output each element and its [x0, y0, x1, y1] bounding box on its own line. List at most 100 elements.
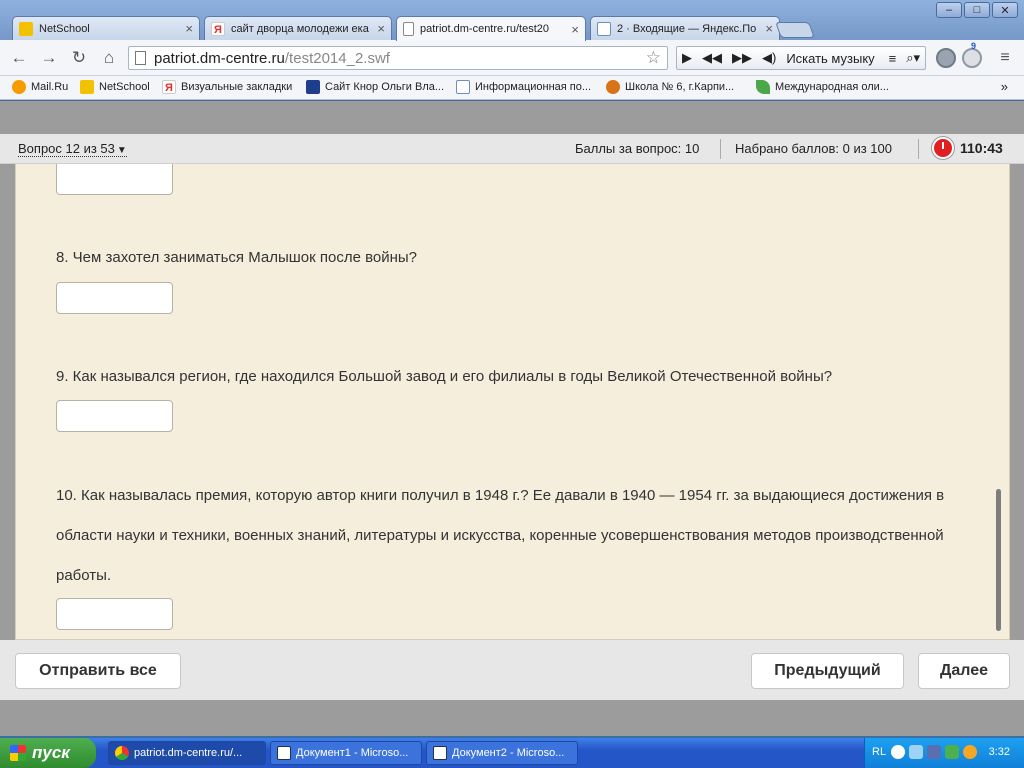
start-button[interactable]: пуск: [0, 738, 96, 768]
close-icon[interactable]: ×: [571, 22, 579, 37]
window-controls: – □ ✕: [936, 2, 1018, 18]
page-icon: [403, 22, 414, 36]
app-tray-icon[interactable]: [963, 745, 977, 759]
address-host: patriot.dm-centre.ru: [154, 49, 285, 67]
browser-chrome: NetSchool × Я сайт дворца молодежи ека ×…: [0, 0, 1024, 100]
extension-badge-icon[interactable]: 9: [962, 41, 982, 68]
previous-button[interactable]: Предыдущий: [751, 653, 904, 689]
system-tray: RL 3:32: [864, 738, 1024, 768]
network-icon[interactable]: [909, 745, 923, 759]
netschool-icon: [80, 80, 94, 94]
music-widget: ▶ ◀◀ ▶▶ ◀) Искать музыку ≡ ⌕▾: [676, 46, 926, 70]
divider: [918, 139, 919, 159]
tab-yandex-mail[interactable]: 2 · Входящие — Яндекс.По ×: [590, 16, 780, 40]
home-icon[interactable]: ⌂: [98, 48, 120, 68]
mail-icon: [597, 21, 611, 36]
points-total: Набрано баллов: 0 из 100: [735, 141, 892, 156]
test-status-bar: Вопрос 12 из 53 ▼ Баллы за вопрос: 10 Наб…: [0, 134, 1024, 164]
menu-lines-icon[interactable]: ≡: [884, 51, 902, 66]
answer-input-9[interactable]: [56, 400, 173, 432]
question-8: 8. Чем захотел заниматься Малышок после …: [56, 249, 418, 266]
taskbar-item-doc2[interactable]: Документ2 - Microso...: [426, 741, 578, 765]
tab-label: NetSchool: [39, 22, 90, 35]
next-button[interactable]: Далее: [918, 653, 1010, 689]
monitor-icon[interactable]: [927, 745, 941, 759]
maximize-icon[interactable]: □: [964, 2, 990, 18]
question-10: 10. Как называлась премия, которую автор…: [56, 487, 945, 584]
close-icon[interactable]: ×: [377, 21, 385, 36]
firefox-icon: [606, 80, 620, 94]
start-label: пуск: [32, 743, 70, 762]
scrollbar[interactable]: [996, 489, 1001, 631]
tab-netschool[interactable]: NetSchool ×: [12, 16, 200, 40]
answer-input-8[interactable]: [56, 282, 173, 314]
question-9: 9. Как назывался регион, где находился Б…: [56, 368, 833, 385]
bookmark-olympiad[interactable]: Международная оли...: [756, 80, 889, 94]
task-label: Документ1 - Microso...: [296, 747, 409, 759]
browser-toolbar: ← → ↻ ⌂ patriot.dm-centre.ru/test2014_2.…: [0, 40, 1024, 76]
back-icon[interactable]: ←: [8, 48, 30, 68]
new-tab-button[interactable]: [775, 22, 815, 38]
bookmark-school6[interactable]: Школа № 6, г.Карпи...: [606, 80, 734, 94]
menu-icon[interactable]: ≡: [994, 48, 1016, 68]
tab-strip: NetSchool × Я сайт дворца молодежи ека ×…: [0, 0, 1024, 41]
timer-icon: [932, 137, 954, 159]
bookmark-netschool[interactable]: NetSchool: [80, 80, 150, 94]
bookmark-label: NetSchool: [99, 81, 150, 93]
caret-down-icon: ▼: [116, 145, 127, 156]
bookmark-knor[interactable]: Сайт Кнор Ольги Вла...: [306, 80, 444, 94]
close-icon[interactable]: ×: [185, 21, 193, 36]
nvidia-icon[interactable]: [945, 745, 959, 759]
word-icon: [277, 746, 291, 760]
search-icon[interactable]: ⌕▾: [901, 50, 925, 66]
taskbar-item-doc1[interactable]: Документ1 - Microso...: [270, 741, 422, 765]
task-label: patriot.dm-centre.ru/...: [134, 747, 243, 759]
close-window-icon[interactable]: ✕: [992, 2, 1018, 18]
leaf-icon: [756, 80, 770, 94]
minimize-icon[interactable]: –: [936, 2, 962, 18]
bookmark-star-icon[interactable]: ☆: [646, 48, 661, 68]
fast-forward-icon[interactable]: ▶▶: [727, 50, 757, 66]
question-selector[interactable]: Вопрос 12 из 53 ▼: [18, 141, 127, 157]
address-bar[interactable]: patriot.dm-centre.ru/test2014_2.swf ☆: [128, 46, 668, 70]
bookmark-info[interactable]: Информационная по...: [456, 80, 591, 94]
yandex-icon: Я: [211, 21, 225, 36]
bookmarks-more-icon[interactable]: »: [1001, 79, 1008, 94]
close-icon[interactable]: ×: [765, 21, 773, 36]
uk-flag-icon: [306, 80, 320, 94]
forward-icon[interactable]: →: [38, 48, 60, 68]
page-area: Вопрос 12 из 53 ▼ Баллы за вопрос: 10 Наб…: [0, 101, 1024, 736]
play-icon[interactable]: ▶: [677, 50, 697, 66]
rewind-icon[interactable]: ◀◀: [697, 50, 727, 66]
tab-label: сайт дворца молодежи ека: [231, 22, 369, 35]
tab-yandex-search[interactable]: Я сайт дворца молодежи ека ×: [204, 16, 392, 40]
tab-patriot[interactable]: patriot.dm-centre.ru/test20 ×: [396, 16, 586, 41]
points-per-question: Баллы за вопрос: 10: [575, 141, 700, 156]
questions-panel: 8. Чем захотел заниматься Малышок после …: [15, 164, 1010, 640]
bookmark-label: Визуальные закладки: [181, 81, 293, 93]
taskbar: пуск patriot.dm-centre.ru/... Документ1 …: [0, 738, 1024, 768]
music-search-label[interactable]: Искать музыку: [781, 51, 879, 66]
chrome-icon: [115, 746, 129, 760]
word-icon: [433, 746, 447, 760]
tab-label: 2 · Входящие — Яндекс.По: [617, 22, 757, 35]
windows-logo-icon: [10, 745, 26, 761]
address-path: /test2014_2.swf: [284, 49, 390, 67]
yandex-icon: Я: [162, 80, 176, 94]
bookmark-visual[interactable]: Я Визуальные закладки: [162, 80, 292, 94]
bookmarks-bar: Mail.Ru NetSchool Я Визуальные закладки …: [0, 76, 1024, 100]
reload-icon[interactable]: ↻: [68, 48, 90, 68]
bookmark-label: Международная оли...: [775, 81, 889, 93]
extension-icon[interactable]: [936, 48, 956, 68]
language-indicator[interactable]: RL: [872, 746, 886, 758]
speaker-icon[interactable]: ◀): [757, 50, 781, 66]
submit-all-button[interactable]: Отправить все: [15, 653, 181, 689]
netschool-icon: [19, 21, 33, 36]
answer-input-10[interactable]: [56, 598, 173, 630]
tray-arrow-icon[interactable]: [891, 745, 905, 759]
answer-input-7[interactable]: [56, 164, 173, 195]
page-icon: [456, 80, 470, 94]
bookmark-label: Mail.Ru: [31, 81, 69, 93]
bookmark-mailru[interactable]: Mail.Ru: [12, 80, 68, 94]
taskbar-item-browser[interactable]: patriot.dm-centre.ru/...: [108, 741, 266, 765]
